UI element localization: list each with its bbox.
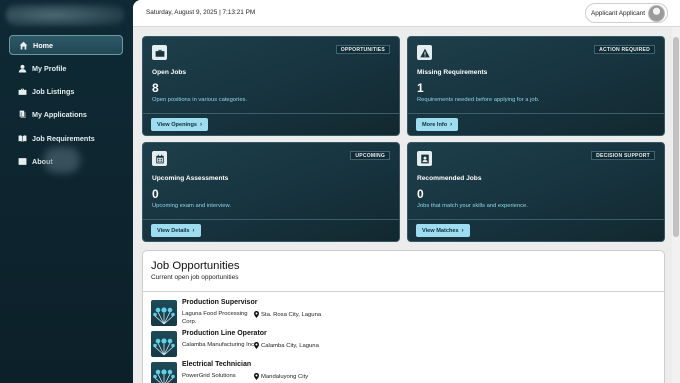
map-pin-icon [254,311,259,318]
book-icon [18,134,27,143]
job-location: Sta. Rosa City, Laguna [254,311,321,318]
brand-logo-blurred [6,4,124,26]
blurred-overlay [44,147,80,173]
status-badge: OPPORTUNITIES [335,45,390,54]
company-logo [151,331,177,357]
button-label: More Info [422,121,448,128]
sidebar-item-label: Home [33,40,53,50]
map-pin-icon [254,373,259,380]
user-icon [18,64,27,73]
briefcase-icon [152,45,167,60]
job-company: PowerGrid Solutions [182,373,236,379]
job-location-label: Mandaluyong City [261,373,309,380]
job-location: Mandaluyong City [254,373,308,380]
top-bar: Saturday, August 9, 2025 | 7:13:21 PM Ap… [133,0,680,27]
job-title-link[interactable]: Production Line Operator [182,330,267,337]
upcoming-assessments-card: UPCOMING Upcoming Assessments 0 Upcoming… [142,142,400,242]
open-jobs-card: OPPORTUNITIES Open Jobs 8 Open positions… [142,36,400,136]
card-title: Upcoming Assessments [152,175,229,182]
view-openings-button[interactable]: View Openings › [151,118,208,131]
sidebar-item-job-requirements[interactable]: Job Requirements [9,128,123,148]
more-info-button[interactable]: More Info › [416,118,459,131]
chevron-right-icon: › [192,227,195,234]
id-badge-icon [417,151,432,166]
sidebar-item-label: My Applications [32,110,87,120]
map-pin-icon [254,342,259,349]
job-location-label: Sta. Rosa City, Laguna [261,311,322,318]
chevron-right-icon: › [200,121,202,128]
card-count: 8 [152,81,159,95]
button-label: View Details [157,227,190,234]
card-divider [143,113,399,114]
home-icon [19,41,28,50]
list-item[interactable]: Production Line Operator Calamba Manufac… [151,330,551,358]
view-details-button[interactable]: View Details › [151,224,201,237]
job-location: Calamba City, Laguna [254,342,319,349]
sidebar: Home My Profile Job Listings My Applicat… [0,0,133,383]
calendar-icon [152,151,167,166]
sidebar-item-home[interactable]: Home [9,35,123,55]
sidebar-item-job-listings[interactable]: Job Listings [9,82,123,102]
card-description: Jobs that match your skills and experien… [417,203,528,209]
card-description: Open positions in various categories. [152,97,248,103]
card-count: 0 [417,187,424,201]
chevron-right-icon: › [461,227,464,234]
sidebar-item-my-profile[interactable]: My Profile [9,58,123,78]
view-matches-button[interactable]: View Matches › [416,224,470,237]
company-logo [151,362,177,383]
divider [143,291,664,292]
scrollbar-thumb[interactable] [673,37,679,237]
card-count: 0 [152,187,159,201]
list-item[interactable]: Electrical Technician PowerGrid Solution… [151,361,551,383]
user-name: Applicant Applicant [590,9,645,17]
section-subtitle: Current open job opportunities [151,274,239,281]
card-divider [408,219,664,220]
job-opportunities-panel: Job Opportunities Current open job oppor… [142,250,665,383]
sidebar-item-label: My Profile [32,63,67,73]
card-description: Requirements needed before applying for … [417,97,540,103]
missing-requirements-card: ACTION REQUIRED Missing Requirements 1 R… [407,36,665,136]
warning-icon [417,45,432,60]
status-badge: ACTION REQUIRED [594,45,655,54]
card-count: 1 [417,81,424,95]
sidebar-item-label: Job Listings [32,87,75,97]
section-title: Job Opportunities [151,260,240,272]
status-badge: DECISION SUPPORT [591,151,655,160]
job-company: Laguna Food Processing Corp. [182,311,248,325]
card-divider [143,219,399,220]
button-label: View Openings [157,121,197,128]
avatar [648,5,665,22]
chevron-right-icon: › [450,121,453,128]
card-divider [408,113,664,114]
status-badge: UPCOMING [350,151,390,160]
info-icon [18,157,27,166]
list-item[interactable]: Production Supervisor Laguna Food Proces… [151,299,551,327]
card-title: Missing Requirements [417,69,488,76]
job-company: Calamba Manufacturing Inc. [182,342,256,348]
card-title: Recommended Jobs [417,175,482,182]
scrollbar[interactable] [672,27,680,383]
job-title-link[interactable]: Production Supervisor [182,299,257,306]
button-label: View Matches [422,227,459,234]
briefcase-icon [18,87,27,96]
documents-icon [18,110,27,119]
job-location-label: Calamba City, Laguna [261,342,319,349]
user-menu-button[interactable]: Applicant Applicant [584,3,668,23]
recommended-jobs-card: DECISION SUPPORT Recommended Jobs 0 Jobs… [407,142,665,242]
sidebar-item-my-applications[interactable]: My Applications [9,105,123,125]
job-title-link[interactable]: Electrical Technician [182,361,251,368]
card-description: Upcoming exam and interview. [152,203,231,209]
company-logo [151,300,177,326]
card-title: Open Jobs [152,69,187,76]
sidebar-item-label: Job Requirements [32,133,95,143]
main-content: Saturday, August 9, 2025 | 7:13:21 PM Ap… [133,0,680,383]
current-datetime: Saturday, August 9, 2025 | 7:13:21 PM [146,9,256,16]
